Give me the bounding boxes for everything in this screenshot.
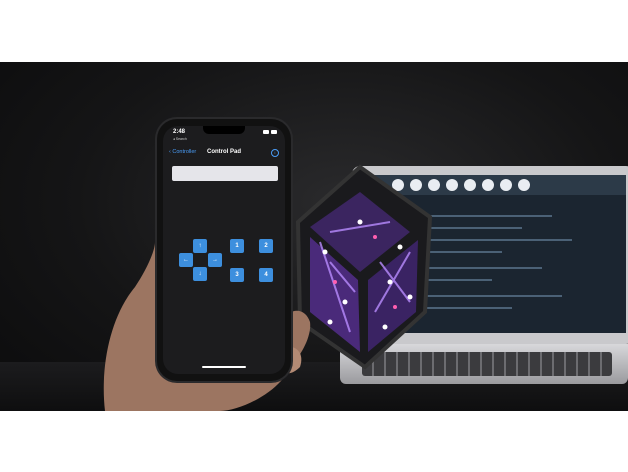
status-time: 2:48 (173, 129, 186, 135)
info-icon[interactable]: i (271, 149, 279, 157)
left-arrow-icon: ← (183, 257, 189, 263)
button-3[interactable]: 3 (230, 268, 244, 282)
nav-bar: ‹ Controller Control Pad i (163, 146, 285, 160)
home-indicator (202, 366, 246, 368)
up-arrow-icon: ↑ (198, 243, 202, 249)
up-arrow-button[interactable]: ↑ (193, 239, 207, 253)
down-arrow-button[interactable]: ↓ (193, 267, 207, 281)
phone-screen: 2:48 ◂ Search ‹ Controller Control Pad i… (163, 126, 285, 374)
nav-title: Control Pad (207, 149, 241, 155)
button-4[interactable]: 4 (259, 268, 273, 282)
status-back-app[interactable]: ◂ Search (173, 137, 187, 141)
photo-scene: 2:48 ◂ Search ‹ Controller Control Pad i… (0, 62, 628, 411)
right-arrow-button[interactable]: → (208, 253, 222, 267)
right-arrow-icon: → (212, 257, 218, 263)
left-arrow-button[interactable]: ← (179, 253, 193, 267)
down-arrow-icon: ↓ (198, 271, 202, 277)
button-1[interactable]: 1 (230, 239, 244, 253)
text-field[interactable] (172, 166, 278, 181)
status-icons (263, 130, 277, 134)
button-2[interactable]: 2 (259, 239, 273, 253)
phone-notch (203, 126, 245, 134)
